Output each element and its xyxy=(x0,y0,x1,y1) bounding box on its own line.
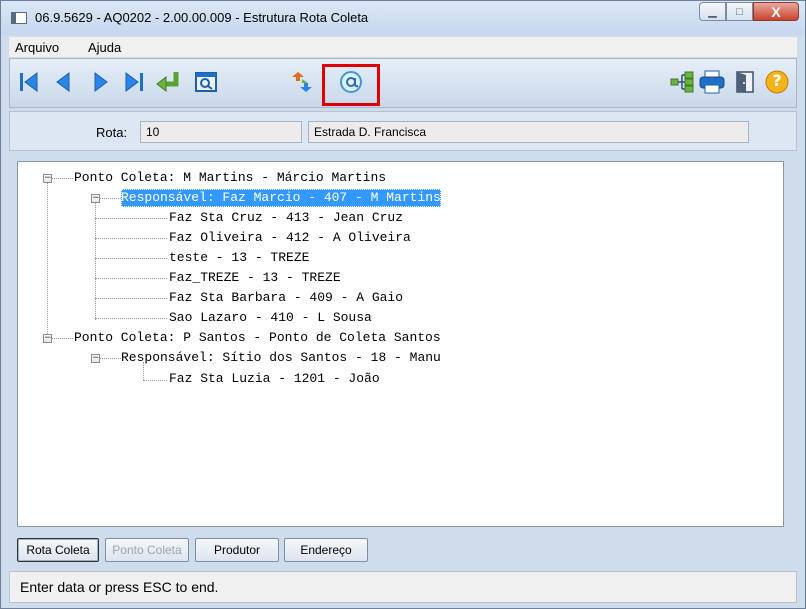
close-button[interactable]: X xyxy=(753,2,799,21)
menu-bar: Arquivo Ajuda xyxy=(9,37,797,58)
window-controls: ▁ □ X xyxy=(699,2,799,22)
minimize-button[interactable]: ▁ xyxy=(699,2,726,21)
tree-node-responsavel[interactable]: Responsável: Sítio dos Santos - 18 - Man… xyxy=(121,349,441,367)
previous-record-icon[interactable] xyxy=(50,68,78,96)
help-icon[interactable]: ? xyxy=(763,68,791,96)
tree-node-produtor[interactable]: Faz Sta Barbara - 409 - A Gaio xyxy=(169,289,403,307)
collapse-toggle[interactable]: − xyxy=(91,354,100,363)
collapse-toggle[interactable]: − xyxy=(91,194,100,203)
tree-line xyxy=(95,298,167,299)
maximize-button[interactable]: □ xyxy=(726,2,753,21)
tree-line xyxy=(95,238,167,239)
menu-arquivo[interactable]: Arquivo xyxy=(15,40,59,55)
rota-coleta-button[interactable]: Rota Coleta xyxy=(17,538,99,562)
tree-node-ponto-coleta[interactable]: Ponto Coleta: P Santos - Ponto de Coleta… xyxy=(74,329,441,347)
toolbar: ? xyxy=(9,58,797,108)
tree-node-produtor[interactable]: Sao Lazaro - 410 - L Sousa xyxy=(169,309,372,327)
endereco-button[interactable]: Endereço xyxy=(284,538,368,562)
collapse-toggle[interactable]: − xyxy=(43,334,52,343)
tree-line xyxy=(95,278,167,279)
status-text: Enter data or press ESC to end. xyxy=(20,579,219,595)
app-window-icon xyxy=(11,12,27,24)
refresh-arrows-icon[interactable] xyxy=(288,68,316,96)
tree-line xyxy=(95,202,96,320)
application-window: 06.9.5629 - AQ0202 - 2.00.00.009 - Estru… xyxy=(0,0,806,609)
tree-line xyxy=(51,338,73,339)
tree-line xyxy=(95,258,167,259)
next-record-icon[interactable] xyxy=(86,68,114,96)
tree-line xyxy=(99,198,121,199)
tree-line xyxy=(47,182,48,340)
tree-node-produtor[interactable]: Faz Sta Luzia - 1201 - João xyxy=(169,370,380,388)
tree-node-ponto-coleta[interactable]: Ponto Coleta: M Martins - Márcio Martins xyxy=(74,169,386,187)
rota-label: Rota: xyxy=(96,125,128,140)
return-icon[interactable] xyxy=(154,68,182,96)
first-record-icon[interactable] xyxy=(16,68,44,96)
tree-line xyxy=(95,318,167,319)
rota-tree: − − − − Ponto Coleta: M Martins - Márcio… xyxy=(17,161,784,527)
printer-icon[interactable] xyxy=(698,68,726,96)
minimize-icon: ▁ xyxy=(708,6,717,18)
ponto-coleta-button[interactable]: Ponto Coleta xyxy=(105,538,189,562)
produtor-button[interactable]: Produtor xyxy=(195,538,279,562)
tree-node-produtor[interactable]: Faz Sta Cruz - 413 - Jean Cruz xyxy=(169,209,403,227)
help-label: ? xyxy=(772,71,782,90)
tree-line xyxy=(99,358,121,359)
tree-node-produtor[interactable]: Faz Oliveira - 412 - A Oliveira xyxy=(169,229,411,247)
title-bar: 06.9.5629 - AQ0202 - 2.00.00.009 - Estru… xyxy=(1,1,805,35)
status-bar: Enter data or press ESC to end. xyxy=(9,571,797,603)
tree-line xyxy=(143,380,167,381)
tree-node-produtor[interactable]: teste - 13 - TREZE xyxy=(169,249,309,267)
window-title: 06.9.5629 - AQ0202 - 2.00.00.009 - Estru… xyxy=(35,10,369,25)
collapse-toggle[interactable]: − xyxy=(43,174,52,183)
exit-door-icon[interactable] xyxy=(731,68,759,96)
highlight-box xyxy=(322,64,380,106)
menu-ajuda[interactable]: Ajuda xyxy=(88,40,121,55)
close-icon: X xyxy=(771,3,781,20)
tree-structure-icon[interactable] xyxy=(668,68,696,96)
tree-node-responsavel[interactable]: Responsável: Faz Marcio - 407 - M Martin… xyxy=(121,189,441,207)
tree-line xyxy=(51,178,73,179)
search-window-icon[interactable] xyxy=(192,68,220,96)
rota-panel: Rota: 10 Estrada D. Francisca xyxy=(9,111,797,151)
tree-line xyxy=(95,218,167,219)
rota-description-field: Estrada D. Francisca xyxy=(308,121,749,143)
maximize-icon: □ xyxy=(736,5,743,18)
last-record-icon[interactable] xyxy=(120,68,148,96)
tree-node-produtor[interactable]: Faz_TREZE - 13 - TREZE xyxy=(169,269,341,287)
rota-code-field[interactable]: 10 xyxy=(140,121,302,143)
